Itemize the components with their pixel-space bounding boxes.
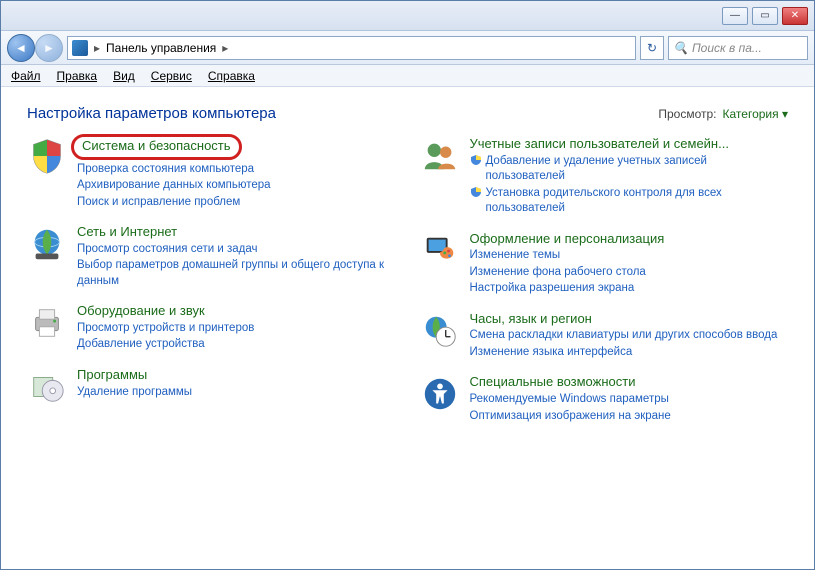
category-programs: Программы Удаление программы (27, 367, 396, 407)
view-label: Просмотр: (658, 107, 716, 121)
control-panel-icon (72, 40, 88, 56)
navbar: ◄ ► ▸ Панель управления ▸ ↻ 🔍 Поиск в па… (1, 31, 814, 65)
menu-help[interactable]: Справка (208, 69, 255, 83)
category-appearance: Оформление и персонализация Изменение те… (420, 231, 789, 297)
category-system-security: Система и безопасность Проверка состояни… (27, 136, 396, 210)
address-bar[interactable]: ▸ Панель управления ▸ (67, 36, 636, 60)
header-row: Настройка параметров компьютера Просмотр… (27, 105, 788, 122)
breadcrumb-sep: ▸ (222, 41, 228, 55)
sublink[interactable]: Поиск и исправление проблем (77, 195, 396, 211)
sublink[interactable]: Оптимизация изображения на экране (470, 409, 789, 425)
category-clock: Часы, язык и регион Смена раскладки клав… (420, 311, 789, 361)
ease-of-access-icon (420, 374, 460, 414)
titlebar: — ▭ ✕ (1, 1, 814, 31)
sublink[interactable]: Изменение темы (470, 248, 789, 264)
category-link-system[interactable]: Система и безопасность (82, 138, 231, 154)
users-icon (420, 136, 460, 176)
category-link-ease[interactable]: Специальные возможности (470, 374, 789, 390)
sublink[interactable]: Установка родительского контроля для все… (470, 186, 789, 217)
category-link-users[interactable]: Учетные записи пользователей и семейн... (470, 136, 789, 152)
globe-icon (27, 224, 67, 264)
category-columns: Система и безопасность Проверка состояни… (27, 136, 788, 424)
printer-icon (27, 303, 67, 343)
category-link-hardware[interactable]: Оборудование и звук (77, 303, 396, 319)
monitor-palette-icon (420, 231, 460, 271)
category-link-appearance[interactable]: Оформление и персонализация (470, 231, 789, 247)
right-column: Учетные записи пользователей и семейн...… (420, 136, 789, 424)
sublink[interactable]: Проверка состояния компьютера (77, 162, 396, 178)
sublink[interactable]: Рекомендуемые Windows параметры (470, 392, 789, 408)
disc-icon (27, 367, 67, 407)
window: — ▭ ✕ ◄ ► ▸ Панель управления ▸ ↻ 🔍 Поис… (0, 0, 815, 570)
view-dropdown[interactable]: Категория ▾ (723, 107, 788, 121)
breadcrumb-sep: ▸ (94, 41, 100, 55)
minimize-button[interactable]: — (722, 7, 748, 25)
nav-buttons: ◄ ► (7, 34, 63, 62)
sublink[interactable]: Добавление и удаление учетных записей по… (470, 154, 789, 185)
clock-globe-icon (420, 311, 460, 351)
category-link-network[interactable]: Сеть и Интернет (77, 224, 396, 240)
search-box[interactable]: 🔍 Поиск в па... (668, 36, 808, 60)
maximize-button[interactable]: ▭ (752, 7, 778, 25)
page-title: Настройка параметров компьютера (27, 105, 276, 122)
back-button[interactable]: ◄ (7, 34, 35, 62)
close-button[interactable]: ✕ (782, 7, 808, 25)
search-icon: 🔍 (673, 41, 688, 55)
uac-shield-icon (470, 186, 482, 198)
sublink[interactable]: Добавление устройства (77, 337, 396, 353)
category-ease-of-access: Специальные возможности Рекомендуемые Wi… (420, 374, 789, 424)
menu-file[interactable]: Файл (11, 69, 41, 83)
shield-icon (27, 136, 67, 176)
uac-shield-icon (470, 154, 482, 166)
category-link-programs[interactable]: Программы (77, 367, 396, 383)
forward-button[interactable]: ► (35, 34, 63, 62)
sublink[interactable]: Архивирование данных компьютера (77, 178, 396, 194)
search-placeholder: Поиск в па... (692, 41, 762, 55)
refresh-button[interactable]: ↻ (640, 36, 664, 60)
menu-tools[interactable]: Сервис (151, 69, 192, 83)
sublink[interactable]: Удаление программы (77, 385, 396, 401)
sublink[interactable]: Смена раскладки клавиатуры или других сп… (470, 328, 789, 344)
category-link-clock[interactable]: Часы, язык и регион (470, 311, 789, 327)
breadcrumb-location[interactable]: Панель управления (106, 41, 216, 55)
highlight-annotation: Система и безопасность (71, 134, 242, 160)
sublink[interactable]: Изменение языка интерфейса (470, 345, 789, 361)
content: Настройка параметров компьютера Просмотр… (1, 87, 814, 569)
category-users: Учетные записи пользователей и семейн...… (420, 136, 789, 217)
menubar: Файл Правка Вид Сервис Справка (1, 65, 814, 87)
sublink[interactable]: Выбор параметров домашней группы и общег… (77, 258, 396, 289)
view-control: Просмотр: Категория ▾ (658, 107, 788, 121)
left-column: Система и безопасность Проверка состояни… (27, 136, 396, 424)
sublink[interactable]: Просмотр устройств и принтеров (77, 321, 396, 337)
chevron-down-icon: ▾ (782, 107, 788, 121)
menu-edit[interactable]: Правка (57, 69, 98, 83)
category-hardware: Оборудование и звук Просмотр устройств и… (27, 303, 396, 353)
menu-view[interactable]: Вид (113, 69, 135, 83)
category-network: Сеть и Интернет Просмотр состояния сети … (27, 224, 396, 289)
sublink[interactable]: Изменение фона рабочего стола (470, 265, 789, 281)
sublink[interactable]: Просмотр состояния сети и задач (77, 242, 396, 258)
sublink[interactable]: Настройка разрешения экрана (470, 281, 789, 297)
